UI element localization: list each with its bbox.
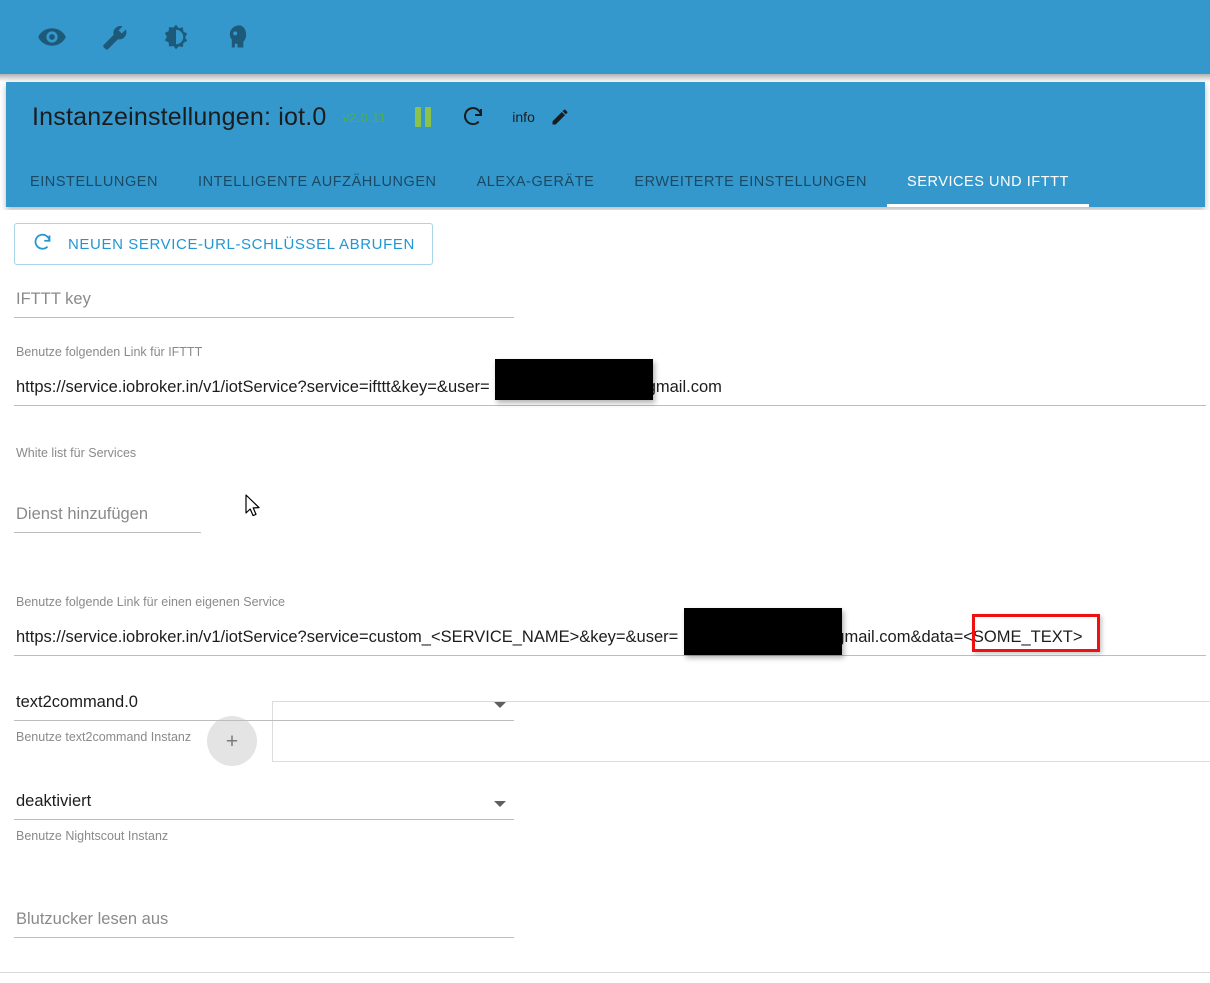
wrench-icon[interactable] [96, 19, 132, 55]
whitelist-section-label: White list für Services [14, 446, 414, 460]
text2command-selected-value: text2command.0 [16, 693, 138, 711]
nightscout-helper: Benutze Nightscout Instanz [16, 829, 169, 843]
chevron-down-icon [494, 801, 506, 807]
fetch-key-button-label: NEUEN SERVICE-URL-SCHLÜSSEL ABRUFEN [68, 235, 415, 253]
settings-content: NEUEN SERVICE-URL-SCHLÜSSEL ABRUFEN IFTT… [0, 210, 1210, 983]
tab-bar: EINSTELLUNGEN INTELLIGENTE AUFZÄHLUNGEN … [6, 156, 1205, 207]
custom-link-value-text: https://service.iobroker.in/v1/iotServic… [16, 628, 679, 646]
redaction-box-email-2 [684, 608, 842, 655]
text2command-select[interactable]: text2command.0 [14, 693, 514, 721]
eye-icon[interactable] [34, 19, 70, 55]
bottom-divider [0, 972, 1210, 973]
redaction-box-email-1 [495, 359, 653, 400]
toolbar-shadow [0, 74, 1210, 82]
nightscout-selected-value: deaktiviert [16, 792, 92, 810]
tab-einstellungen[interactable]: EINSTELLUNGEN [6, 156, 178, 207]
nightscout-select[interactable]: deaktiviert [14, 792, 514, 820]
info-link[interactable]: info [512, 109, 535, 125]
brightness-icon[interactable] [158, 19, 194, 55]
ifttt-key-input[interactable]: IFTTT key [14, 290, 514, 318]
add-service-field[interactable]: Dienst hinzufügen [14, 505, 201, 533]
whitelist-label: White list für Services [16, 446, 137, 460]
version-badge: v2.0.11 [342, 109, 387, 125]
instance-title-row: Instanzeinstellungen: iot.0 v2.0.11 info [32, 102, 575, 132]
nightscout-select-field[interactable]: deaktiviert Benutze Nightscout Instanz [14, 792, 514, 843]
tab-intelligente-aufzaehlungen[interactable]: INTELLIGENTE AUFZÄHLUNGEN [178, 156, 457, 207]
annotation-highlight-some-text [972, 614, 1100, 652]
fetch-new-service-url-key-button[interactable]: NEUEN SERVICE-URL-SCHLÜSSEL ABRUFEN [14, 223, 433, 265]
pause-icon[interactable] [408, 102, 438, 132]
mouse-cursor [245, 494, 262, 523]
chevron-down-icon [494, 702, 506, 708]
text2command-select-field[interactable]: text2command.0 Benutze text2command Inst… [14, 693, 514, 744]
pencil-icon[interactable] [545, 102, 575, 132]
expert-mode-icon[interactable] [220, 19, 256, 55]
page-title: Instanzeinstellungen: iot.0 [32, 102, 327, 131]
top-toolbar [0, 0, 1210, 74]
ifttt-link-value-text: https://service.iobroker.in/v1/iotServic… [16, 378, 490, 396]
custom-link-helper: Benutze folgende Link für einen eigenen … [16, 595, 285, 609]
app-window: Instanzeinstellungen: iot.0 v2.0.11 info [0, 0, 1210, 983]
tab-alexa-geraete[interactable]: ALEXA-GERÄTE [457, 156, 615, 207]
refresh-icon[interactable] [458, 102, 488, 132]
custom-link-value-mid: gmail.com&data= [835, 628, 964, 646]
blood-sugar-source-field[interactable]: Blutzucker lesen aus [14, 910, 514, 938]
ifttt-key-field[interactable]: IFTTT key [14, 290, 514, 318]
tab-services-und-ifttt[interactable]: SERVICES UND IFTTT [887, 156, 1089, 207]
ifttt-link-helper: Benutze folgenden Link für IFTTT [16, 345, 203, 359]
refresh-icon [32, 232, 53, 257]
blood-sugar-input[interactable]: Blutzucker lesen aus [14, 910, 514, 938]
text2command-helper: Benutze text2command Instanz [16, 730, 192, 744]
instance-header-card: Instanzeinstellungen: iot.0 v2.0.11 info [6, 82, 1205, 207]
toolbar-icon-group [34, 19, 256, 55]
add-service-input[interactable]: Dienst hinzufügen [14, 505, 201, 533]
tab-erweiterte-einstellungen[interactable]: ERWEITERTE EINSTELLUNGEN [614, 156, 887, 207]
ifttt-link-value-suffix: gmail.com [646, 378, 722, 396]
